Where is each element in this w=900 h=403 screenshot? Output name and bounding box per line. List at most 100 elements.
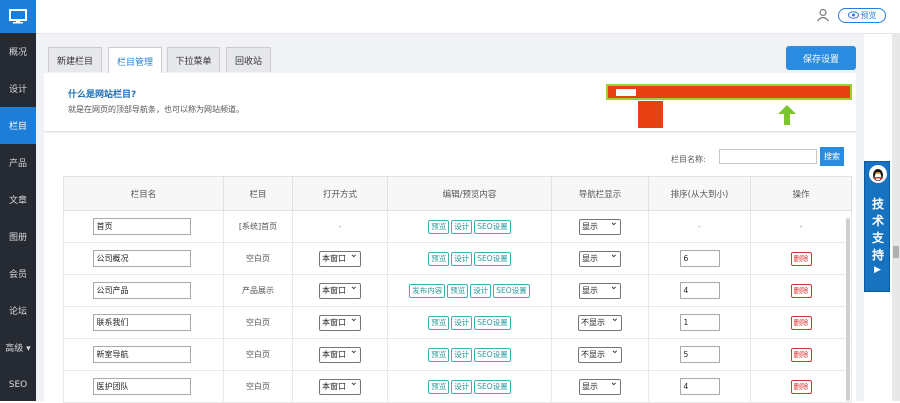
tab-dropdown-menu[interactable]: 下拉菜单 <box>167 47 220 72</box>
preview-link[interactable]: 预览 <box>447 283 469 298</box>
open-mode-select[interactable]: 本窗口 <box>319 376 361 395</box>
design-link[interactable]: 设计 <box>451 251 473 266</box>
main-content: 新建栏目 栏目管理 下拉菜单 回收站 保存设置 什么是网站栏目? 就是在网页的顶… <box>36 34 864 403</box>
sort-input[interactable]: 4 <box>679 378 720 395</box>
sort-input[interactable]: 4 <box>679 282 720 299</box>
preview-link[interactable]: 预览 <box>428 251 450 266</box>
delete-button[interactable]: 删除 <box>790 251 812 266</box>
sidebar-item-label: 设计 <box>8 85 27 95</box>
eye-icon <box>847 10 859 21</box>
tech-support-tab[interactable]: 技术支持 ▶ <box>864 161 890 292</box>
preview-link[interactable]: 预览 <box>428 219 450 234</box>
column-name-input[interactable]: 医护团队 <box>92 378 191 395</box>
column-type: 空白页 <box>223 306 293 339</box>
column-name-search-input[interactable] <box>719 149 817 164</box>
save-settings-button[interactable]: 保存设置 <box>786 46 856 70</box>
info-panel: 什么是网站栏目? 就是在网页的顶部导航条，也可以称为网站频道。 <box>44 73 856 132</box>
preview-link[interactable]: 预览 <box>428 315 450 330</box>
preview-button[interactable]: 预览 <box>838 8 886 23</box>
nav-display-select[interactable]: 显示 <box>579 376 621 395</box>
sort-input[interactable]: 5 <box>679 346 720 363</box>
sidebar-item-label: 栏目 <box>8 122 27 132</box>
sort-input[interactable]: 1 <box>679 314 720 331</box>
sidebar-item-label: 图册 <box>8 233 27 243</box>
table-row: 医护团队 空白页 本窗口 预览设计SEO设置 显示 4 删除 <box>63 370 852 403</box>
sidebar-item-design[interactable]: 设计 <box>0 70 36 107</box>
seo-settings-link[interactable]: SEO设置 <box>474 219 511 234</box>
sidebar-item-products[interactable]: 产品 <box>0 144 36 181</box>
demo-nav-item <box>616 89 636 96</box>
column-type: 产品展示 <box>223 274 293 307</box>
seo-settings-link[interactable]: SEO设置 <box>474 251 511 266</box>
design-link[interactable]: 设计 <box>451 347 473 362</box>
column-list-panel: 栏目名称: 搜索 栏目名 栏目 打开方式 编辑/预览内容 导航栏显示 排序(从大… <box>44 133 856 403</box>
open-mode-select[interactable]: 本窗口 <box>319 248 361 267</box>
table-row: 联系我们 空白页 本窗口 预览设计SEO设置 不显示 1 删除 <box>63 306 852 339</box>
delete-button[interactable]: 删除 <box>790 315 812 330</box>
seo-settings-link[interactable]: SEO设置 <box>474 379 511 394</box>
tab-recycle-bin[interactable]: 回收站 <box>226 47 271 72</box>
tab-new-column[interactable]: 新建栏目 <box>48 47 102 72</box>
tab-column-manage[interactable]: 栏目管理 <box>108 47 162 74</box>
column-name-input[interactable]: 公司概况 <box>92 250 191 267</box>
column-table: 栏目名 栏目 打开方式 编辑/预览内容 导航栏显示 排序(从大到小) 操作 首页… <box>63 176 852 403</box>
column-type: 空白页 <box>223 338 293 371</box>
delete-button[interactable]: 删除 <box>790 347 812 362</box>
tech-support-label: 技术支持 <box>871 197 884 262</box>
sidebar-item-advanced[interactable]: 高级 ▾ <box>0 329 36 366</box>
preview-link[interactable]: 预览 <box>428 347 450 362</box>
preview-link[interactable]: 预览 <box>428 379 450 394</box>
open-mode-text: - <box>338 222 342 231</box>
seo-settings-link[interactable]: SEO设置 <box>474 315 511 330</box>
column-name-input[interactable]: 新室导航 <box>92 346 191 363</box>
design-link[interactable]: 设计 <box>470 283 492 298</box>
design-link[interactable]: 设计 <box>451 379 473 394</box>
qq-penguin-icon <box>869 165 887 183</box>
nav-display-select[interactable]: 显示 <box>579 280 621 299</box>
header-column-type: 栏目 <box>223 176 293 211</box>
sidebar-item-overview[interactable]: 概况 <box>0 33 36 70</box>
sidebar-item-members[interactable]: 会员 <box>0 255 36 292</box>
open-mode-select[interactable]: 本窗口 <box>319 280 361 299</box>
seo-settings-link[interactable]: SEO设置 <box>493 283 530 298</box>
column-type: 空白页 <box>223 242 293 275</box>
sidebar-item-forum[interactable]: 论坛 <box>0 292 36 329</box>
header-nav-display: 导航栏显示 <box>551 176 649 211</box>
delete-button[interactable]: 删除 <box>790 379 812 394</box>
nav-display-select[interactable]: 不显示 <box>578 312 622 331</box>
table-row: 新室导航 空白页 本窗口 预览设计SEO设置 不显示 5 删除 <box>63 338 852 371</box>
header-open-mode: 打开方式 <box>292 176 388 211</box>
sidebar-item-columns[interactable]: 栏目 <box>0 107 36 144</box>
sidebar-item-seo[interactable]: SEO <box>0 366 36 403</box>
page-scrollbar-thumb[interactable] <box>893 246 899 258</box>
seo-settings-link[interactable]: SEO设置 <box>474 347 511 362</box>
column-name-input[interactable]: 公司产品 <box>92 282 191 299</box>
publish-content-link[interactable]: 发布内容 <box>409 283 446 298</box>
sidebar-item-label: 会员 <box>8 270 27 280</box>
delete-button[interactable]: 删除 <box>790 283 812 298</box>
open-mode-select[interactable]: 本窗口 <box>319 312 361 331</box>
arrow-up-icon <box>778 105 796 128</box>
column-name-input[interactable]: 首页 <box>92 218 191 235</box>
sidebar-item-articles[interactable]: 文章 <box>0 181 36 218</box>
page-scrollbar[interactable] <box>892 34 900 401</box>
monitor-logo-icon[interactable] <box>0 0 36 33</box>
table-row: 公司产品 产品展示 本窗口 发布内容预览设计SEO设置 显示 4 删除 <box>63 274 852 307</box>
tab-label: 栏目管理 <box>116 57 153 68</box>
column-name-input[interactable]: 联系我们 <box>92 314 191 331</box>
design-link[interactable]: 设计 <box>451 219 473 234</box>
search-button[interactable]: 搜索 <box>820 147 844 166</box>
content-scrollbar[interactable] <box>846 218 850 401</box>
header-sort: 排序(从大到小) <box>648 176 751 211</box>
sort-input[interactable]: 6 <box>679 250 720 267</box>
nav-display-select[interactable]: 不显示 <box>578 344 622 363</box>
sort-text: - <box>698 222 701 231</box>
sidebar-item-label: 概况 <box>8 48 27 58</box>
nav-display-select[interactable]: 显示 <box>579 248 621 267</box>
user-icon[interactable] <box>816 8 830 25</box>
design-link[interactable]: 设计 <box>451 315 473 330</box>
sidebar-item-albums[interactable]: 图册 <box>0 218 36 255</box>
nav-display-select[interactable]: 显示 <box>579 216 621 235</box>
column-type: [系统]首页 <box>223 210 293 243</box>
open-mode-select[interactable]: 本窗口 <box>319 344 361 363</box>
